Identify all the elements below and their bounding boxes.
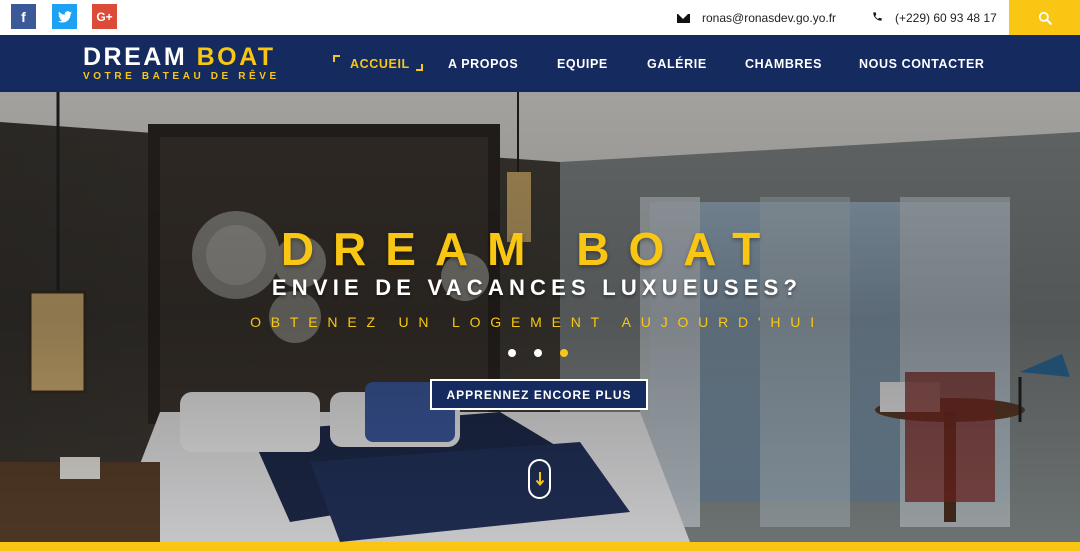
main-navbar: DREAM BOAT VOTRE BATEAU DE RÊVE ACCUEIL … — [0, 35, 1080, 92]
bottom-accent-strip — [0, 542, 1080, 551]
nav-item-accueil[interactable]: ACCUEIL — [350, 57, 410, 71]
slider-dot-3-active[interactable] — [560, 349, 568, 357]
slider-dot-2[interactable] — [534, 349, 542, 357]
slider-dot-1[interactable] — [508, 349, 516, 357]
search-icon — [1038, 11, 1052, 25]
hero-slider: DREAM BOAT ENVIE DE VACANCES LUXUEUSES? … — [0, 92, 1080, 542]
contact-phone[interactable]: (+229) 60 93 48 17 — [872, 10, 997, 26]
nav-item-galerie[interactable]: GALÉRIE — [647, 57, 707, 71]
hero-subtitle: ENVIE DE VACANCES LUXUEUSES? — [271, 275, 803, 300]
arrow-down-icon — [535, 472, 544, 487]
brand-title: DREAM BOAT — [83, 43, 276, 71]
top-bar: f G+ ronas@ronasdev.go.yo.fr (+229) 60 9… — [0, 0, 1080, 35]
nav-item-equipe[interactable]: EQUIPE — [557, 57, 608, 71]
active-bracket-top-left — [333, 55, 340, 62]
slider-dots — [508, 349, 568, 357]
envelope-icon — [677, 13, 690, 23]
contact-email[interactable]: ronas@ronasdev.go.yo.fr — [677, 10, 836, 26]
learn-more-button[interactable]: APPRENNEZ ENCORE PLUS — [430, 379, 648, 410]
active-bracket-bottom-right — [416, 64, 423, 71]
email-text[interactable]: ronas@ronasdev.go.yo.fr — [702, 11, 836, 25]
nav-item-chambres[interactable]: CHAMBRES — [745, 57, 822, 71]
hero-tagline: OBTENEZ UN LOGEMENT AUJOURD'HUI — [250, 314, 824, 330]
phone-text[interactable]: (+229) 60 93 48 17 — [895, 11, 997, 25]
nav-item-nous-contacter[interactable]: NOUS CONTACTER — [859, 57, 985, 71]
brand-logo[interactable]: DREAM BOAT VOTRE BATEAU DE RÊVE — [83, 44, 280, 83]
scroll-down-button[interactable] — [528, 459, 551, 499]
hero-title: DREAM BOAT — [280, 223, 780, 275]
nav-item-a-propos[interactable]: A PROPOS — [448, 57, 518, 71]
twitter-icon[interactable] — [52, 4, 77, 29]
phone-icon — [872, 11, 883, 25]
google-plus-icon[interactable]: G+ — [92, 4, 117, 29]
facebook-icon[interactable]: f — [11, 4, 36, 29]
search-button[interactable] — [1009, 0, 1080, 35]
brand-subtitle: VOTRE BATEAU DE RÊVE — [83, 71, 280, 82]
